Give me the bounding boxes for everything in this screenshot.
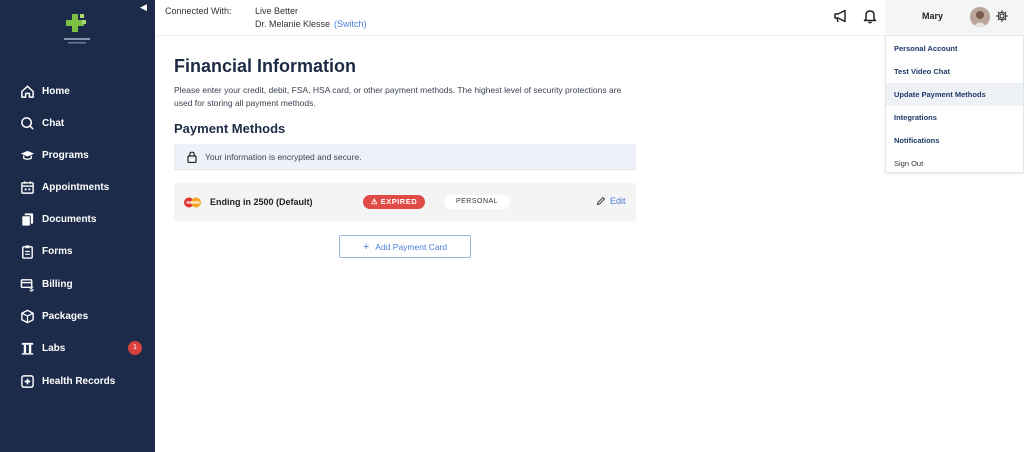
chat-icon: [21, 116, 34, 130]
megaphone-icon[interactable]: [833, 8, 849, 24]
package-icon: [21, 309, 34, 323]
sidebar-item-label: Labs: [42, 342, 66, 354]
sidebar-item-forms[interactable]: Forms: [0, 238, 155, 264]
logo: [64, 14, 90, 44]
mastercard-icon: [184, 197, 201, 208]
sidebar-item-label: Packages: [42, 310, 89, 322]
collapse-sidebar-icon[interactable]: ◀: [140, 2, 148, 12]
notifications-bell-icon[interactable]: [862, 8, 878, 24]
avatar[interactable]: [970, 7, 990, 27]
sidebar-item-label: Health Records: [42, 375, 116, 387]
sidebar-item-health-records[interactable]: Health Records: [0, 368, 155, 394]
security-notice-text: Your information is encrypted and secure…: [205, 151, 362, 162]
sidebar-item-label: Documents: [42, 213, 97, 225]
payment-card-row: Ending in 2500 (Default) ⚠ EXPIRED PERSO…: [174, 183, 636, 221]
connected-label: Connected With:: [165, 6, 232, 16]
home-icon: [21, 85, 34, 98]
menu-item-notifications[interactable]: Notifications: [886, 129, 1023, 152]
pencil-icon: [596, 196, 606, 206]
sidebar-item-appointments[interactable]: Appointments: [0, 174, 155, 200]
gear-icon[interactable]: [995, 9, 1009, 23]
menu-item-test-video-chat[interactable]: Test Video Chat: [886, 60, 1023, 83]
expired-badge: ⚠ EXPIRED: [363, 195, 425, 209]
connection-info: Connected With: Live Better Dr. Melanie K…: [165, 5, 367, 31]
sidebar-item-documents[interactable]: Documents: [0, 206, 155, 232]
switch-link[interactable]: (Switch): [334, 19, 367, 29]
menu-item-sign-out[interactable]: Sign Out: [886, 152, 1023, 175]
sidebar-item-chat[interactable]: Chat: [0, 110, 155, 136]
svg-text:$: $: [29, 284, 34, 291]
sidebar: ◀ Home Chat Programs Appointments Docume…: [0, 0, 155, 452]
add-payment-card-button[interactable]: + Add Payment Card: [339, 235, 471, 258]
sidebar-item-labs[interactable]: Labs 1: [0, 335, 155, 361]
card-type-badge: PERSONAL: [444, 195, 510, 209]
menu-item-integrations[interactable]: Integrations: [886, 106, 1023, 129]
sidebar-item-label: Programs: [42, 149, 89, 161]
calendar-icon: [21, 180, 34, 194]
security-notice: Your information is encrypted and secure…: [174, 144, 636, 170]
labs-icon: [21, 342, 34, 355]
organization-name: Live Better: [255, 6, 299, 16]
sidebar-item-label: Chat: [42, 117, 65, 129]
sidebar-item-label: Forms: [42, 245, 73, 257]
account-dropdown-menu: Personal Account Test Video Chat Update …: [885, 35, 1024, 173]
edit-card-button[interactable]: Edit: [596, 196, 626, 206]
add-payment-card-label: Add Payment Card: [375, 241, 448, 252]
documents-icon: [21, 212, 34, 227]
plus-icon: +: [362, 240, 370, 253]
sidebar-item-label: Appointments: [42, 181, 110, 193]
edit-label: Edit: [610, 196, 626, 206]
billing-icon: $: [20, 278, 34, 292]
provider-name: Dr. Melanie Klesse: [255, 19, 331, 29]
sidebar-item-programs[interactable]: Programs: [0, 142, 155, 168]
sidebar-item-label: Billing: [42, 278, 73, 290]
card-label: Ending in 2500 (Default): [210, 197, 313, 207]
lock-icon: [187, 151, 197, 163]
sidebar-item-packages[interactable]: Packages: [0, 303, 155, 329]
menu-item-update-payment-methods[interactable]: Update Payment Methods: [886, 83, 1023, 106]
sidebar-item-billing[interactable]: $ Billing: [0, 271, 155, 297]
labs-count-badge: 1: [128, 341, 142, 355]
menu-item-personal-account[interactable]: Personal Account: [886, 37, 1023, 60]
clipboard-icon: [22, 244, 33, 259]
graduation-cap-icon: [20, 150, 35, 160]
page-title: Financial Information: [174, 56, 357, 76]
health-records-icon: [21, 374, 34, 388]
sidebar-item-home[interactable]: Home: [0, 78, 155, 104]
user-menu[interactable]: Mary: [885, 0, 1024, 34]
user-name: Mary: [922, 11, 944, 21]
page-description: Please enter your credit, debit, FSA, HS…: [174, 85, 622, 108]
section-title: Payment Methods: [174, 121, 286, 136]
sidebar-item-label: Home: [42, 85, 70, 97]
